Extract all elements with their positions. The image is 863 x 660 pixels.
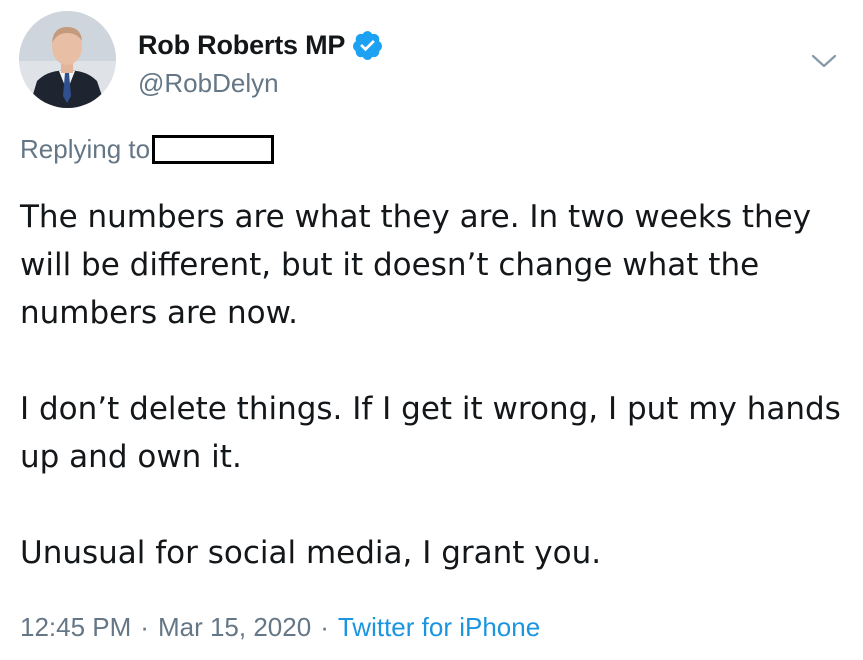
profile-photo [19, 11, 116, 108]
tweet-text: The numbers are what they are. In two we… [20, 193, 850, 577]
chevron-down-icon[interactable] [811, 51, 837, 71]
redacted-username-box [152, 134, 275, 164]
author-handle[interactable]: @RobDelyn [138, 68, 279, 99]
verified-badge-icon [351, 29, 384, 62]
tweet-date[interactable]: Mar 15, 2020 [158, 612, 311, 643]
replying-to-label: Replying to [20, 133, 151, 164]
tweet-source-link[interactable]: Twitter for iPhone [338, 612, 540, 643]
replying-to-row: Replying to [20, 132, 275, 166]
separator-dot: · [320, 612, 329, 642]
separator-dot: · [140, 612, 149, 642]
author-display-name[interactable]: Rob Roberts MP [138, 30, 345, 61]
tweet-time[interactable]: 12:45 PM [20, 612, 131, 643]
tweet-paragraph: I don’t delete things. If I get it wrong… [20, 391, 841, 475]
avatar[interactable] [19, 11, 116, 108]
tweet-metadata: 12:45 PM · Mar 15, 2020 · Twitter for iP… [20, 612, 540, 643]
author-name-row[interactable]: Rob Roberts MP [138, 28, 384, 62]
tweet-paragraph: The numbers are what they are. In two we… [20, 199, 812, 331]
tweet-paragraph: Unusual for social media, I grant you. [20, 535, 602, 571]
